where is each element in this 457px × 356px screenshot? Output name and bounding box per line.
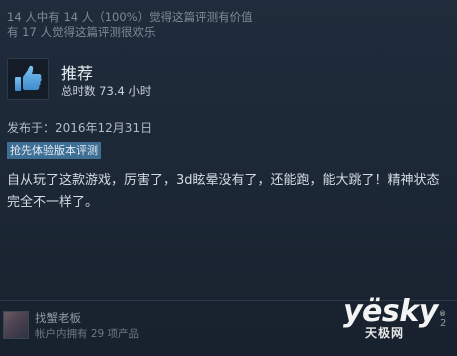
early-access-badge: 抢先体验版本评测: [7, 142, 101, 159]
funny-count-text: 有 17 人觉得这篇评测很欢乐: [7, 25, 156, 39]
thumbs-up-icon: [7, 58, 49, 100]
review-body: 自从玩了这款游戏，厉害了，3d眩晕没有了，还能跑，能大跳了！精神状态完全不一样了…: [7, 173, 440, 210]
watermark-logo-text: yësky: [343, 294, 438, 329]
recommendation-header[interactable]: 推荐 总时数 73.4 小时: [0, 52, 457, 110]
yesky-watermark: yësky ® 天极网: [343, 296, 453, 346]
posted-date: 发布于：2016年12月31日: [7, 121, 153, 135]
helpful-count-text: 14 人中有 14 人（100%）觉得这篇评测有价值: [7, 10, 253, 24]
review-panel: 14 人中有 14 人（100%）觉得这篇评测有价值 有 17 人觉得这篇评测很…: [0, 0, 457, 356]
hours-played: 总时数 73.4 小时: [61, 84, 152, 98]
author-product-count: 帐户内拥有 29 项产品: [35, 328, 140, 340]
watermark-registered-mark: ®: [439, 310, 446, 318]
recommendation-title[interactable]: 推荐: [61, 64, 93, 84]
avatar[interactable]: [3, 311, 29, 339]
watermark-subtitle: 天极网: [365, 326, 405, 340]
author-name[interactable]: 找蟹老板: [35, 311, 81, 326]
helpfulness-summary: 14 人中有 14 人（100%）觉得这篇评测有价值 有 17 人觉得这篇评测很…: [7, 10, 253, 40]
